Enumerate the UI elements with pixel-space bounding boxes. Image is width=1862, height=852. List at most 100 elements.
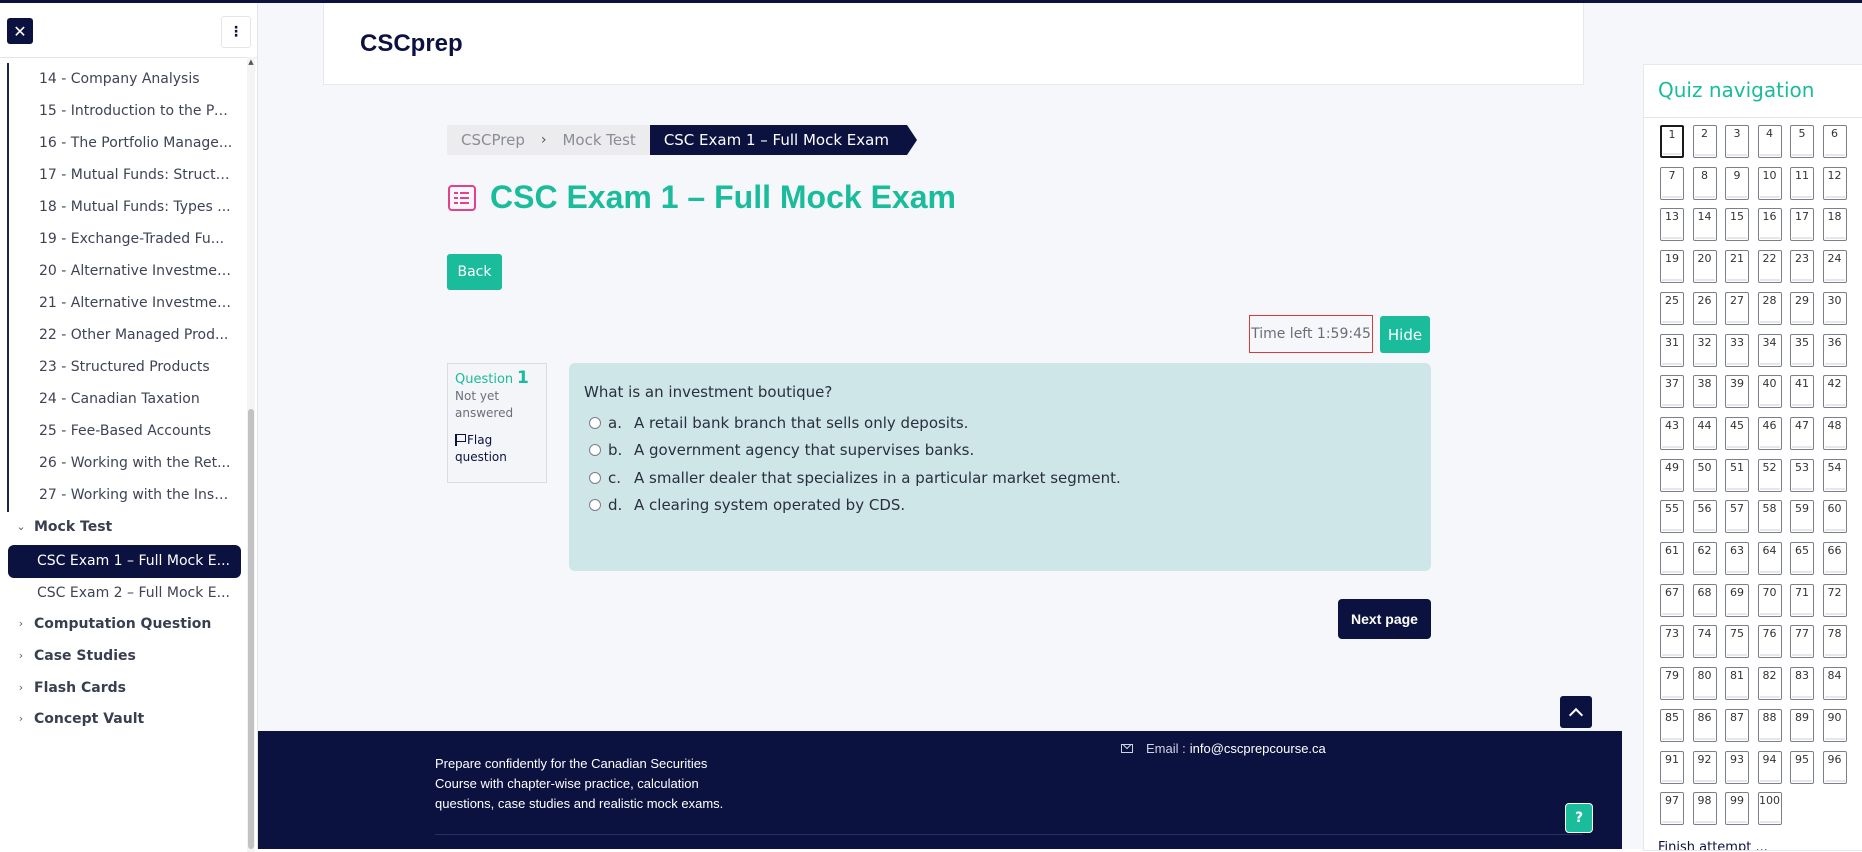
- close-sidebar-button[interactable]: ✕: [7, 18, 33, 44]
- quiz-nav-question-91[interactable]: 91: [1660, 750, 1684, 784]
- quiz-nav-question-81[interactable]: 81: [1725, 667, 1749, 701]
- quiz-nav-question-86[interactable]: 86: [1692, 708, 1717, 742]
- quiz-nav-question-24[interactable]: 24: [1822, 250, 1847, 284]
- quiz-nav-question-22[interactable]: 22: [1757, 250, 1782, 284]
- quiz-nav-question-74[interactable]: 74: [1692, 625, 1717, 659]
- quiz-nav-question-97[interactable]: 97: [1660, 792, 1684, 826]
- flag-question-link[interactable]: Flag question: [455, 432, 539, 466]
- sidebar-item[interactable]: 26 - Working with the Ret...: [7, 447, 241, 480]
- breadcrumb-item[interactable]: CSCPrep: [447, 125, 539, 155]
- sidebar-section-mock-test[interactable]: ⌄ Mock Test: [14, 512, 244, 542]
- quiz-nav-question-33[interactable]: 33: [1725, 333, 1749, 367]
- sidebar-item[interactable]: 18 - Mutual Funds: Types ...: [7, 191, 241, 224]
- sidebar-item[interactable]: 23 - Structured Products: [7, 351, 241, 384]
- quiz-nav-question-70[interactable]: 70: [1757, 583, 1782, 617]
- quiz-nav-question-90[interactable]: 90: [1822, 708, 1847, 742]
- quiz-nav-question-25[interactable]: 25: [1660, 291, 1684, 325]
- quiz-nav-question-39[interactable]: 39: [1725, 375, 1749, 409]
- quiz-nav-question-60[interactable]: 60: [1822, 500, 1847, 534]
- quiz-nav-question-11[interactable]: 11: [1790, 166, 1814, 200]
- quiz-nav-question-80[interactable]: 80: [1692, 667, 1717, 701]
- sidebar-item[interactable]: 14 - Company Analysis: [7, 63, 241, 96]
- quiz-nav-question-87[interactable]: 87: [1725, 708, 1749, 742]
- quiz-nav-question-77[interactable]: 77: [1790, 625, 1814, 659]
- quiz-nav-question-18[interactable]: 18: [1822, 208, 1847, 242]
- quiz-nav-question-1[interactable]: 1: [1660, 125, 1684, 158]
- answer-option[interactable]: a. A retail bank branch that sells only …: [589, 413, 968, 433]
- sidebar-item[interactable]: 25 - Fee-Based Accounts: [7, 415, 241, 448]
- quiz-nav-question-49[interactable]: 49: [1660, 458, 1684, 492]
- quiz-nav-question-72[interactable]: 72: [1822, 583, 1847, 617]
- quiz-nav-question-9[interactable]: 9: [1725, 166, 1749, 200]
- answer-option[interactable]: b. A government agency that supervises b…: [589, 440, 974, 460]
- sidebar-item[interactable]: 15 - Introduction to the Po...: [7, 95, 241, 128]
- sidebar-item[interactable]: 20 - Alternative Investmen...: [7, 255, 241, 288]
- quiz-nav-question-59[interactable]: 59: [1790, 500, 1814, 534]
- sidebar-section-computation[interactable]: › Computation Question: [14, 609, 244, 639]
- back-to-top-button[interactable]: [1560, 696, 1592, 728]
- quiz-nav-question-36[interactable]: 36: [1822, 333, 1847, 367]
- quiz-nav-question-79[interactable]: 79: [1660, 667, 1684, 701]
- quiz-nav-question-2[interactable]: 2: [1692, 125, 1717, 158]
- quiz-nav-question-75[interactable]: 75: [1725, 625, 1749, 659]
- quiz-nav-question-27[interactable]: 27: [1725, 291, 1749, 325]
- quiz-nav-question-94[interactable]: 94: [1757, 750, 1782, 784]
- quiz-nav-question-93[interactable]: 93: [1725, 750, 1749, 784]
- quiz-nav-question-12[interactable]: 12: [1822, 166, 1847, 200]
- quiz-nav-question-4[interactable]: 4: [1757, 125, 1782, 158]
- quiz-nav-question-78[interactable]: 78: [1822, 625, 1847, 659]
- sidebar-scrollbar-thumb[interactable]: [248, 409, 254, 849]
- quiz-nav-question-3[interactable]: 3: [1725, 125, 1749, 158]
- quiz-nav-question-85[interactable]: 85: [1660, 708, 1684, 742]
- quiz-nav-question-38[interactable]: 38: [1692, 375, 1717, 409]
- sidebar-item[interactable]: 19 - Exchange-Traded Fu...: [7, 223, 241, 256]
- quiz-nav-question-26[interactable]: 26: [1692, 291, 1717, 325]
- quiz-nav-question-8[interactable]: 8: [1692, 166, 1717, 200]
- sidebar-item[interactable]: CSC Exam 2 – Full Mock E...: [7, 577, 241, 610]
- radio-button[interactable]: [589, 444, 601, 456]
- quiz-nav-question-48[interactable]: 48: [1822, 416, 1847, 450]
- quiz-nav-question-32[interactable]: 32: [1692, 333, 1717, 367]
- quiz-nav-question-76[interactable]: 76: [1757, 625, 1782, 659]
- quiz-nav-question-45[interactable]: 45: [1725, 416, 1749, 450]
- help-button[interactable]: ?: [1565, 803, 1593, 833]
- quiz-nav-question-54[interactable]: 54: [1822, 458, 1847, 492]
- quiz-nav-question-47[interactable]: 47: [1790, 416, 1814, 450]
- quiz-nav-question-64[interactable]: 64: [1757, 542, 1782, 575]
- option-text[interactable]: A clearing system operated by CDS.: [634, 496, 905, 514]
- quiz-nav-question-5[interactable]: 5: [1790, 125, 1814, 158]
- quiz-nav-question-29[interactable]: 29: [1790, 291, 1814, 325]
- quiz-nav-question-57[interactable]: 57: [1725, 500, 1749, 534]
- sidebar-item[interactable]: 22 - Other Managed Prod...: [7, 319, 241, 352]
- quiz-nav-question-6[interactable]: 6: [1822, 125, 1847, 158]
- sidebar-section-concept-vault[interactable]: › Concept Vault: [14, 704, 244, 734]
- quiz-nav-question-40[interactable]: 40: [1757, 375, 1782, 409]
- back-button[interactable]: Back: [447, 254, 502, 290]
- quiz-nav-question-37[interactable]: 37: [1660, 375, 1684, 409]
- quiz-nav-question-100[interactable]: 100: [1757, 792, 1782, 826]
- quiz-nav-question-19[interactable]: 19: [1660, 250, 1684, 284]
- quiz-nav-question-69[interactable]: 69: [1725, 583, 1749, 617]
- quiz-nav-question-67[interactable]: 67: [1660, 583, 1684, 617]
- scroll-up-arrow-icon[interactable]: ▲: [247, 58, 255, 66]
- quiz-nav-question-23[interactable]: 23: [1790, 250, 1814, 284]
- next-page-button[interactable]: Next page: [1338, 599, 1431, 639]
- quiz-nav-question-53[interactable]: 53: [1790, 458, 1814, 492]
- quiz-nav-question-17[interactable]: 17: [1790, 208, 1814, 242]
- sidebar-item[interactable]: 27 - Working with the Instit...: [7, 479, 241, 512]
- quiz-nav-question-41[interactable]: 41: [1790, 375, 1814, 409]
- sidebar-item[interactable]: 21 - Alternative Investmen...: [7, 287, 241, 320]
- quiz-nav-question-30[interactable]: 30: [1822, 291, 1847, 325]
- quiz-nav-question-89[interactable]: 89: [1790, 708, 1814, 742]
- quiz-nav-question-46[interactable]: 46: [1757, 416, 1782, 450]
- sidebar-item[interactable]: 16 - The Portfolio Manage...: [7, 127, 241, 160]
- quiz-nav-question-7[interactable]: 7: [1660, 166, 1684, 200]
- radio-button[interactable]: [589, 472, 601, 484]
- sidebar-section-case-studies[interactable]: › Case Studies: [14, 641, 244, 671]
- quiz-nav-question-95[interactable]: 95: [1790, 750, 1814, 784]
- option-text[interactable]: A smaller dealer that specializes in a p…: [634, 469, 1121, 487]
- quiz-nav-question-96[interactable]: 96: [1822, 750, 1847, 784]
- quiz-nav-question-61[interactable]: 61: [1660, 542, 1684, 575]
- option-text[interactable]: A retail bank branch that sells only dep…: [634, 414, 968, 432]
- more-options-button[interactable]: ⋮: [221, 16, 251, 48]
